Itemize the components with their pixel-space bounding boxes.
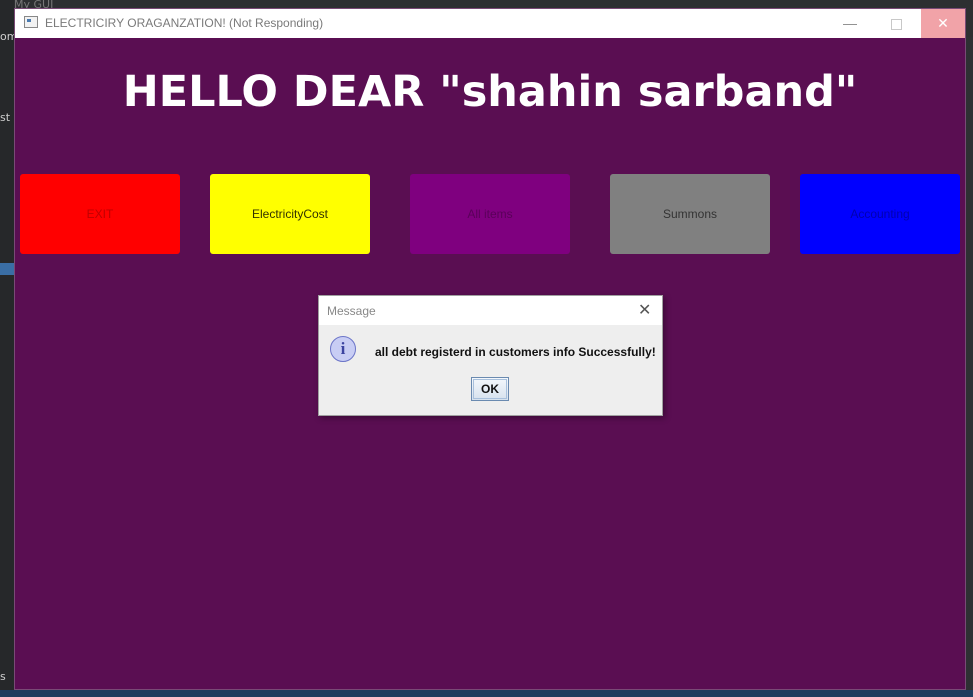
background-ide-right-panel bbox=[966, 37, 973, 697]
background-selection-marker bbox=[0, 263, 14, 275]
accounting-button[interactable]: Accounting bbox=[800, 174, 960, 254]
app-window-icon bbox=[24, 16, 38, 28]
maximize-button[interactable] bbox=[873, 9, 919, 38]
minimize-button[interactable]: — bbox=[827, 9, 873, 38]
exit-button[interactable]: EXIT bbox=[20, 174, 180, 254]
maximize-icon bbox=[890, 18, 902, 30]
ok-button[interactable]: OK bbox=[471, 377, 509, 401]
window-title: ELECTRICIRY ORAGANZATION! (Not Respondin… bbox=[45, 16, 324, 30]
window-titlebar[interactable]: ELECTRICIRY ORAGANZATION! (Not Respondin… bbox=[15, 9, 965, 38]
info-icon: i bbox=[330, 336, 356, 362]
all-items-button[interactable]: All items bbox=[410, 174, 570, 254]
message-dialog: Message ✕ i all debt registerd in custom… bbox=[318, 295, 663, 416]
greeting-headline: HELLO DEAR "shahin sarband" bbox=[122, 67, 858, 117]
background-ide-left-panel bbox=[0, 0, 14, 697]
background-taskbar-strip bbox=[0, 690, 973, 697]
desktop: My GUI om st s ELECTRICIRY ORAGANZATION!… bbox=[0, 0, 973, 697]
close-window-button[interactable]: ✕ bbox=[921, 9, 965, 38]
summons-button[interactable]: Summons bbox=[610, 174, 770, 254]
dialog-titlebar[interactable]: Message ✕ bbox=[319, 296, 662, 325]
dialog-title: Message bbox=[327, 304, 376, 318]
app-window: ELECTRICIRY ORAGANZATION! (Not Respondin… bbox=[14, 8, 966, 690]
background-left-text: s bbox=[0, 670, 6, 683]
electricity-cost-button[interactable]: ElectricityCost bbox=[210, 174, 370, 254]
dialog-message: all debt registerd in customers info Suc… bbox=[375, 345, 656, 359]
background-left-text: st bbox=[0, 111, 11, 124]
dialog-close-icon[interactable]: ✕ bbox=[638, 300, 651, 320]
